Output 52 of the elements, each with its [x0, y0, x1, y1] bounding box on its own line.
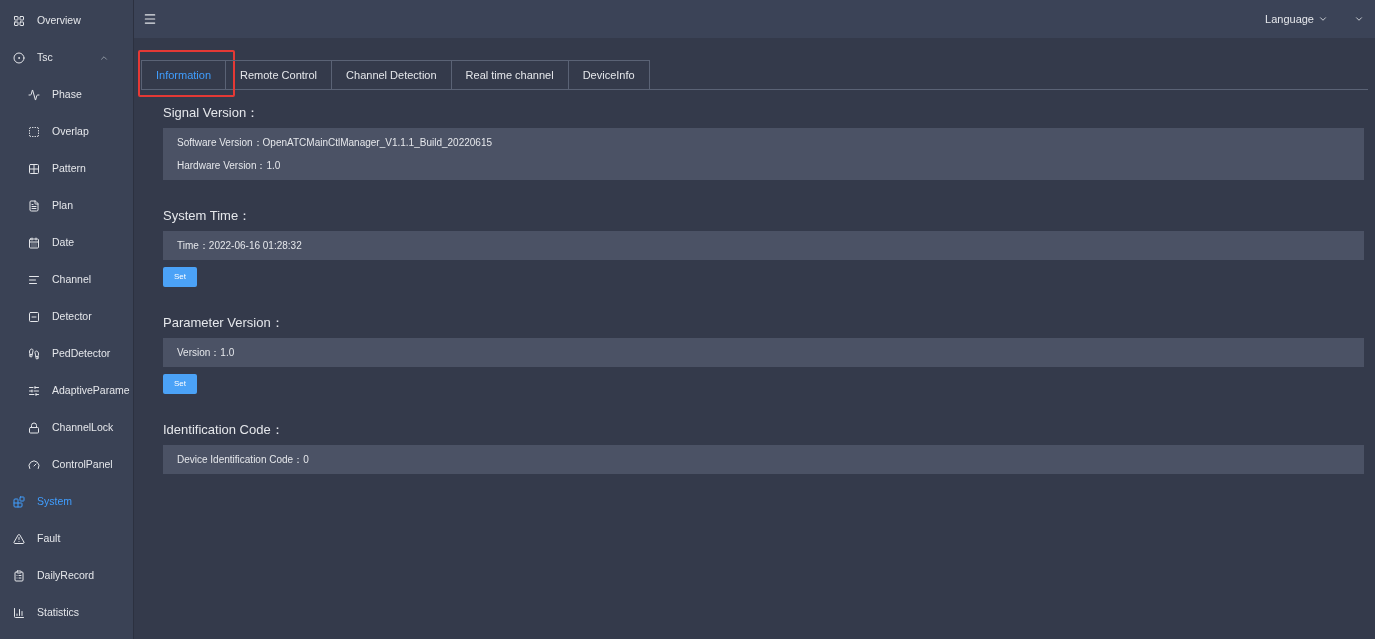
info-text: Software Version：OpenATCMainCtlManager_V1.1.1_Build_20220615 [177, 136, 492, 150]
sidebar-item[interactable]: Fault [0, 520, 133, 557]
tab[interactable]: Information [141, 60, 227, 89]
section-title: System Time： [163, 207, 253, 225]
sidebar-item[interactable]: ChannelLock [0, 409, 133, 446]
sidebar-item[interactable]: Plan [0, 187, 133, 224]
blocks-icon [13, 495, 25, 508]
grid-icon [13, 14, 25, 27]
circle-icon [13, 51, 25, 64]
language-dropdown[interactable]: Language [1265, 10, 1328, 28]
info-text: Version：1.0 [177, 346, 235, 360]
document-icon [28, 199, 40, 212]
calendar-icon [28, 236, 40, 249]
sidebar-item[interactable]: Date [0, 224, 133, 261]
list-icon [28, 273, 40, 286]
section-title: Identification Code： [163, 421, 285, 439]
sliders-icon [28, 384, 40, 397]
chevron-down-icon [1318, 14, 1328, 24]
section-title: Parameter Version： [163, 314, 285, 332]
square-icon [28, 310, 40, 323]
sidebar-item[interactable]: Overview [0, 2, 133, 39]
grid-icon [28, 162, 40, 175]
sidebar-item[interactable]: Overlap [0, 113, 133, 150]
gauge-icon [28, 458, 40, 471]
sidebar-item[interactable]: System [0, 483, 133, 520]
sidebar-item[interactable]: Channel [0, 261, 133, 298]
sidebar-item[interactable]: Tsc [0, 39, 133, 76]
footprints-icon [28, 347, 40, 360]
sidebar-item[interactable]: PedDetector [0, 335, 133, 372]
chevron-down-icon[interactable] [1354, 14, 1364, 24]
sidebar-item[interactable]: Detector [0, 298, 133, 335]
sidebar-item[interactable]: Pattern [0, 150, 133, 187]
sidebar-item[interactable]: Phase [0, 76, 133, 113]
tab[interactable]: Channel Detection [332, 60, 452, 89]
tab[interactable]: Remote Control [226, 60, 333, 89]
pulse-icon [28, 88, 40, 101]
info-text: Device Identification Code：0 [177, 453, 309, 467]
menu-icon[interactable] [143, 12, 157, 26]
info-text: Hardware Version：1.0 [177, 159, 281, 173]
lock-icon [28, 421, 40, 434]
sidebar-item[interactable]: ControlPanel [0, 446, 133, 483]
square-icon [28, 125, 40, 138]
bar-chart-icon [13, 606, 25, 619]
triangle-icon [13, 532, 25, 545]
tab[interactable]: DeviceInfo [568, 60, 650, 89]
section-title: Signal Version： [163, 104, 261, 122]
info-text: Time：2022-06-16 01:28:32 [177, 239, 302, 253]
sidebar-item[interactable]: DailyRecord [0, 557, 133, 594]
tab[interactable]: Real time channel [451, 60, 569, 89]
sidebar-item[interactable]: AdaptiveParame [0, 372, 133, 409]
sidebar-item[interactable]: Statistics [0, 594, 133, 631]
clipboard-icon [13, 569, 25, 582]
